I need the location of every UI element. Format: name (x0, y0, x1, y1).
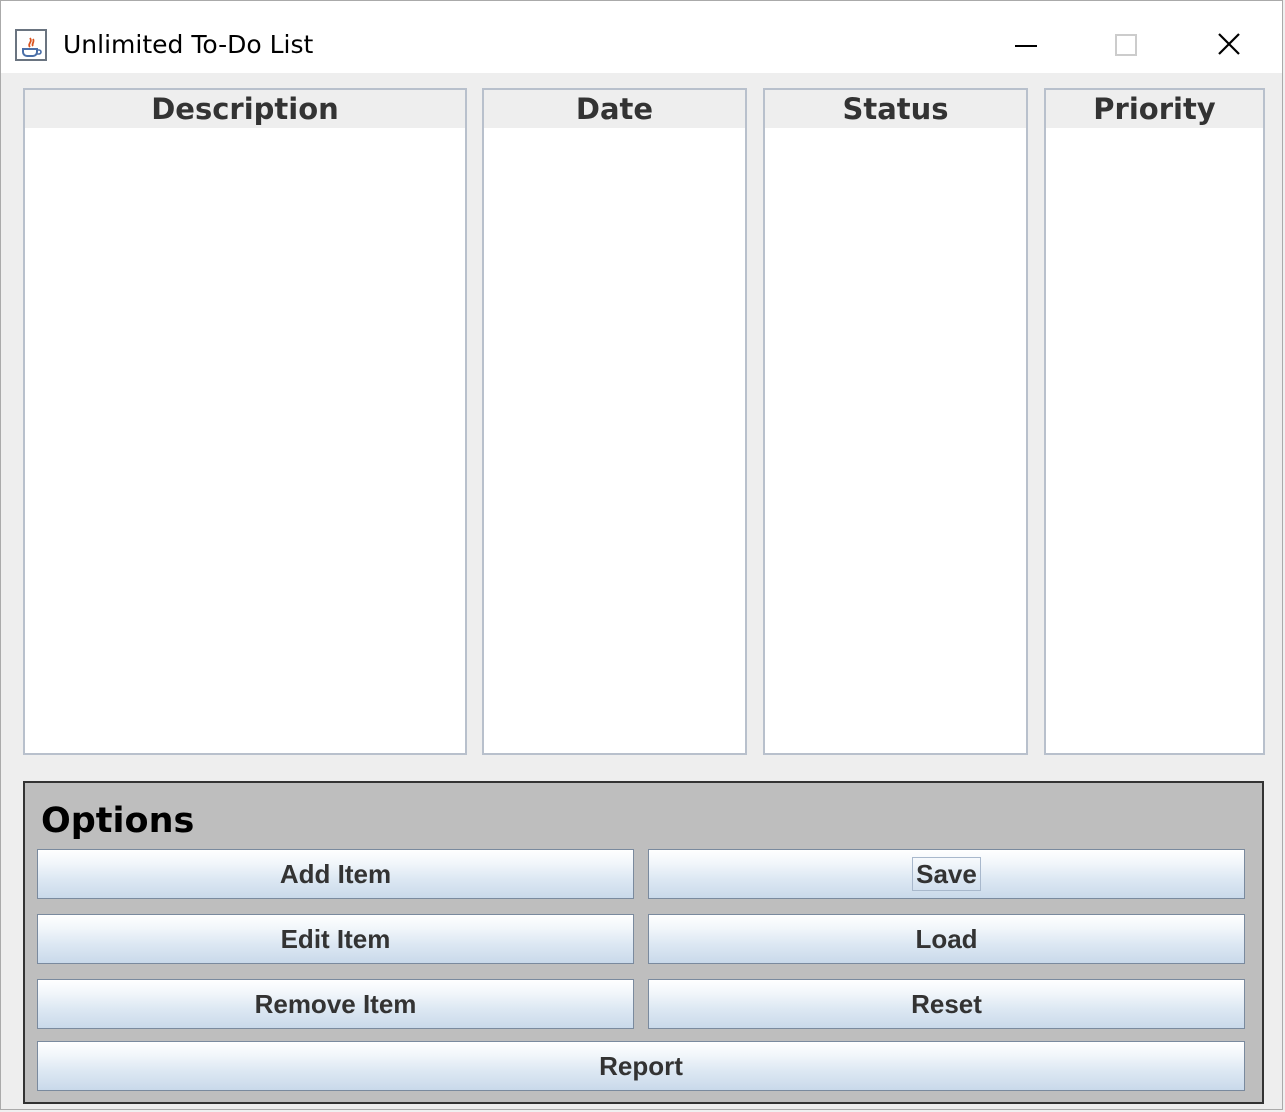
date-column-header: Date (484, 90, 745, 128)
save-label: Save (912, 857, 981, 891)
load-button[interactable]: Load (648, 914, 1245, 964)
report-label: Report (599, 1051, 683, 1081)
edit-item-label: Edit Item (280, 924, 391, 954)
report-button[interactable]: Report (37, 1041, 1245, 1091)
add-item-button[interactable]: Add Item (37, 849, 634, 899)
status-column-header: Status (765, 90, 1026, 128)
maximize-icon (1115, 34, 1137, 56)
window-title: Unlimited To-Do List (63, 30, 314, 59)
maximize-button[interactable] (1091, 21, 1161, 71)
priority-column-header: Priority (1046, 90, 1263, 128)
title-bar[interactable]: Unlimited To-Do List (1, 1, 1282, 73)
close-icon (1218, 33, 1240, 55)
options-title: Options (41, 801, 195, 841)
priority-list[interactable]: Priority (1044, 88, 1265, 755)
remove-item-label: Remove Item (254, 989, 417, 1019)
minimize-icon (1015, 45, 1037, 47)
description-list[interactable]: Description (23, 88, 467, 755)
remove-item-button[interactable]: Remove Item (37, 979, 634, 1029)
description-column-header: Description (25, 90, 465, 128)
java-cup-icon (15, 29, 47, 61)
reset-label: Reset (911, 989, 982, 1019)
status-list[interactable]: Status (763, 88, 1028, 755)
edit-item-button[interactable]: Edit Item (37, 914, 634, 964)
date-list[interactable]: Date (482, 88, 747, 755)
minimize-button[interactable] (991, 21, 1061, 71)
add-item-label: Add Item (279, 859, 392, 889)
save-button[interactable]: Save (648, 849, 1245, 899)
load-label: Load (915, 924, 978, 954)
reset-button[interactable]: Reset (648, 979, 1245, 1029)
options-panel: Options Add Item Save Edit Item Load Rem… (23, 781, 1264, 1104)
close-button[interactable] (1193, 21, 1263, 71)
app-window: Unlimited To-Do List Description Date St… (0, 0, 1283, 1110)
